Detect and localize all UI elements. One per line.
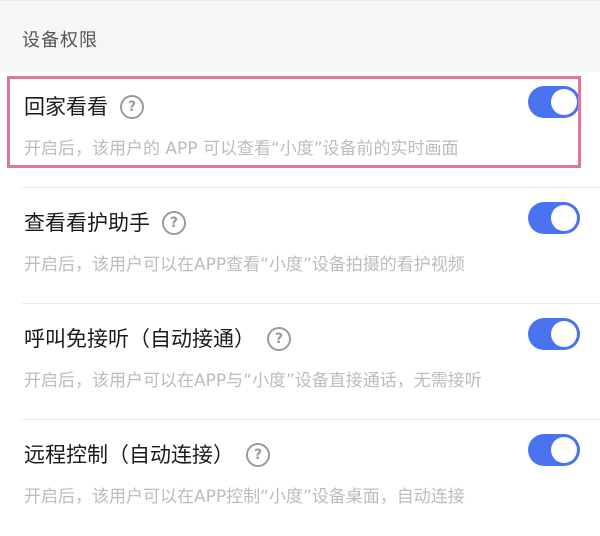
permission-title: 回家看看 ?: [24, 92, 144, 122]
toggle-switch-auto-answer[interactable]: [528, 318, 580, 350]
permission-row-remote-control: 远程控制（自动连接） ? 开启后，该用户可以在APP控制“小度”设备桌面，自动连…: [0, 420, 600, 536]
toggle-switch-remote-control[interactable]: [528, 434, 580, 466]
help-icon[interactable]: ?: [246, 443, 270, 467]
permission-title: 查看看护助手 ?: [24, 208, 186, 238]
permission-title-label: 呼叫免接听（自动接通）: [24, 327, 255, 351]
toggle-knob: [551, 205, 577, 231]
help-icon[interactable]: ?: [120, 95, 144, 119]
permission-title: 远程控制（自动连接） ?: [24, 440, 270, 470]
permission-description: 开启后，该用户可以在APP与“小度”设备直接通话，无需接听: [24, 371, 482, 391]
help-icon[interactable]: ?: [162, 211, 186, 235]
permission-row-auto-answer: 呼叫免接听（自动接通） ? 开启后，该用户可以在APP与“小度”设备直接通话，无…: [0, 304, 600, 420]
toggle-knob: [551, 89, 577, 115]
permission-title: 呼叫免接听（自动接通） ?: [24, 324, 291, 354]
permission-description: 开启后，该用户可以在APP控制“小度”设备桌面，自动连接: [24, 487, 465, 507]
permission-description: 开启后，该用户的 APP 可以查看“小度”设备前的实时画面: [24, 139, 459, 159]
permission-title-label: 查看看护助手: [24, 211, 150, 235]
permission-title-label: 回家看看: [24, 95, 108, 119]
permission-row-care-assistant: 查看看护助手 ? 开启后，该用户可以在APP查看“小度”设备拍摄的看护视频: [0, 188, 600, 304]
toggle-knob: [551, 321, 577, 347]
permission-title-label: 远程控制（自动连接）: [24, 443, 234, 467]
toggle-knob: [551, 437, 577, 463]
divider: [0, 0, 600, 1]
section-header: 设备权限: [0, 0, 600, 72]
permission-description: 开启后，该用户可以在APP查看“小度”设备拍摄的看护视频: [24, 255, 465, 275]
permission-row-home-view: 回家看看 ? 开启后，该用户的 APP 可以查看“小度”设备前的实时画面: [0, 72, 600, 188]
help-icon[interactable]: ?: [267, 327, 291, 351]
toggle-switch-care-assistant[interactable]: [528, 202, 580, 234]
toggle-switch-home-view[interactable]: [528, 86, 580, 118]
section-title: 设备权限: [22, 30, 98, 51]
